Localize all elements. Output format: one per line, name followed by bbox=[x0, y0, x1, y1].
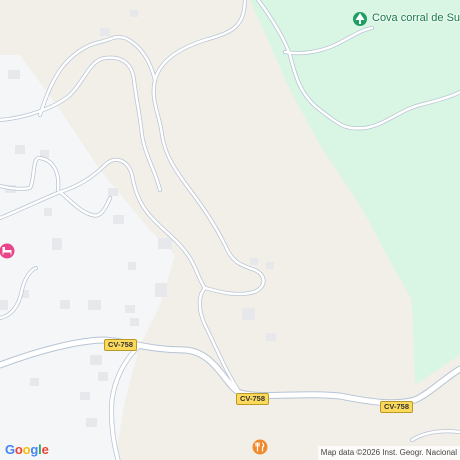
building bbox=[130, 10, 138, 17]
building bbox=[80, 392, 90, 400]
road-shield: CV-758 bbox=[236, 393, 270, 405]
building bbox=[98, 372, 108, 381]
building bbox=[266, 262, 274, 269]
building bbox=[44, 208, 52, 216]
google-logo: Google bbox=[5, 442, 49, 457]
building bbox=[52, 238, 62, 250]
building bbox=[130, 318, 139, 326]
building bbox=[88, 300, 101, 310]
building bbox=[90, 355, 102, 365]
road-shield: CV-758 bbox=[104, 339, 138, 351]
map-attribution[interactable]: Map data ©2026 Inst. Geogr. Nacional bbox=[317, 446, 460, 460]
map-base-layer bbox=[0, 0, 460, 460]
building bbox=[30, 378, 39, 386]
building bbox=[266, 333, 276, 341]
building bbox=[60, 300, 70, 309]
lodging-poi-marker[interactable] bbox=[0, 243, 15, 259]
building bbox=[155, 283, 167, 297]
building bbox=[158, 238, 172, 249]
building bbox=[128, 262, 136, 270]
building bbox=[100, 28, 110, 36]
building bbox=[125, 305, 135, 313]
building bbox=[15, 145, 25, 154]
road-shield: CV-758 bbox=[380, 401, 414, 413]
building bbox=[0, 300, 8, 310]
building bbox=[250, 258, 258, 265]
poi-label[interactable]: Cova corral de Suay bbox=[372, 12, 460, 25]
park-poi-marker[interactable] bbox=[353, 12, 367, 26]
map-canvas[interactable]: CV-758 CV-758 CV-758 Cova corral de Suay… bbox=[0, 0, 460, 460]
building bbox=[113, 215, 124, 224]
building bbox=[108, 188, 118, 196]
building bbox=[86, 418, 97, 427]
restaurant-poi-marker[interactable] bbox=[252, 439, 268, 455]
building bbox=[242, 308, 255, 320]
building bbox=[8, 70, 20, 79]
